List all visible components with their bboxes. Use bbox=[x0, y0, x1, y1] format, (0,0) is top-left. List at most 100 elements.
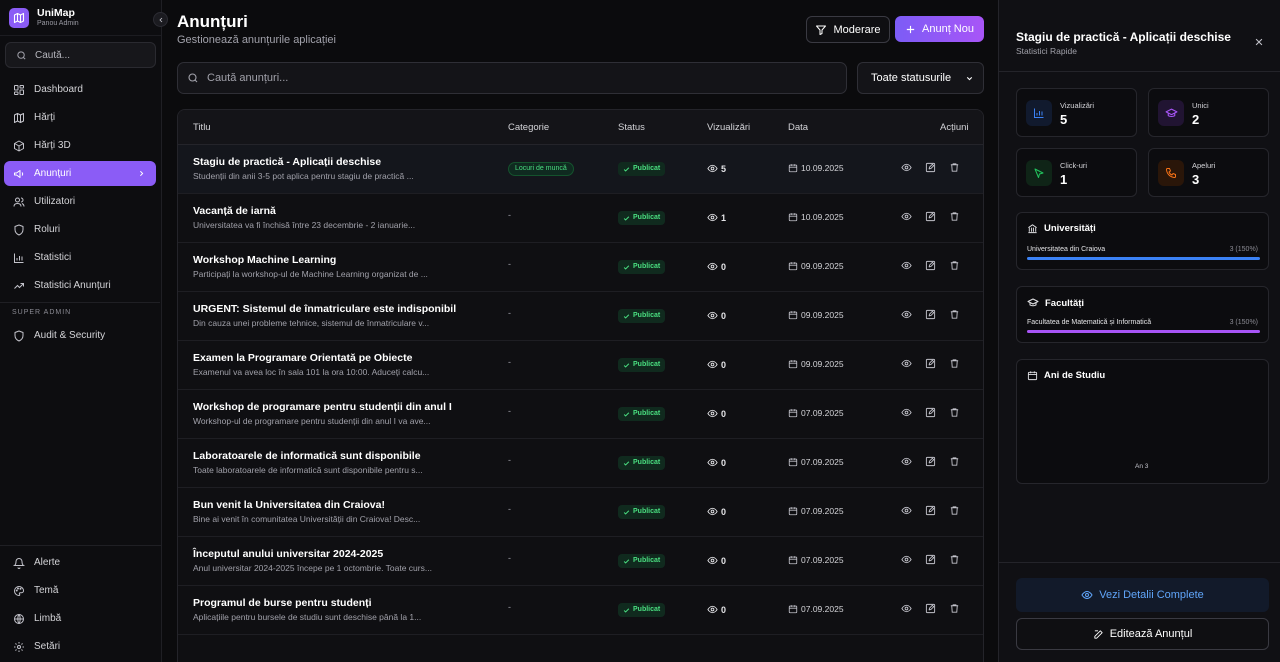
status-label: Publicat bbox=[633, 508, 661, 515]
table-row[interactable]: Vacanță de iarnă Universitatea va fi înch… bbox=[178, 194, 983, 243]
edit-icon[interactable] bbox=[925, 211, 936, 222]
trash-icon[interactable] bbox=[949, 456, 960, 467]
row-views: 0 bbox=[707, 604, 726, 615]
view-eye-icon[interactable] bbox=[901, 407, 912, 418]
chevron-down-icon bbox=[965, 74, 974, 83]
trash-icon[interactable] bbox=[949, 260, 960, 271]
edit-icon[interactable] bbox=[925, 309, 936, 320]
moderate-button[interactable]: Moderare bbox=[806, 16, 890, 43]
view-eye-icon[interactable] bbox=[901, 211, 912, 222]
trash-icon[interactable] bbox=[949, 358, 960, 369]
view-details-button[interactable]: Vezi Detalii Complete bbox=[1016, 578, 1269, 612]
sidebar-item-settings[interactable]: Setări bbox=[4, 634, 158, 659]
table-row[interactable]: Workshop Machine Learning Participați la … bbox=[178, 243, 983, 292]
table-row[interactable]: Începutul anului universitar 2024-2025 An… bbox=[178, 537, 983, 586]
table-row[interactable]: Laboratoarele de informatică sunt dispon… bbox=[178, 439, 983, 488]
table-row[interactable]: Examen la Programare Orientată pe Obiect… bbox=[178, 341, 983, 390]
view-eye-icon[interactable] bbox=[901, 358, 912, 369]
sidebar-item-dashboard[interactable]: Dashboard bbox=[4, 77, 156, 102]
edit-icon[interactable] bbox=[925, 505, 936, 516]
stat-label: Unici bbox=[1192, 101, 1209, 110]
row-actions bbox=[901, 358, 973, 369]
sidebar-search-input[interactable]: Caută... bbox=[5, 42, 156, 68]
table-row[interactable]: Stagiu de practică - Aplicații deschise S… bbox=[178, 145, 983, 194]
edit-icon[interactable] bbox=[925, 554, 936, 565]
status-filter-value: Toate statusurile bbox=[871, 72, 952, 84]
edit-icon[interactable] bbox=[925, 260, 936, 271]
eye-icon bbox=[707, 163, 718, 174]
sidebar-item-language[interactable]: Limbă bbox=[4, 606, 158, 631]
megaphone-icon bbox=[13, 168, 25, 180]
edit-icon[interactable] bbox=[925, 358, 936, 369]
sidebar-item-label: Audit & Security bbox=[34, 330, 106, 341]
row-actions bbox=[901, 309, 973, 320]
table-row[interactable]: Workshop de programare pentru studenții … bbox=[178, 390, 983, 439]
trash-icon[interactable] bbox=[949, 505, 960, 516]
edit-icon[interactable] bbox=[925, 603, 936, 614]
new-announcement-button[interactable]: Anunț Nou bbox=[895, 16, 984, 42]
row-title: Bun venit la Universitatea din Craiova! bbox=[193, 499, 385, 511]
view-eye-icon[interactable] bbox=[901, 603, 912, 614]
view-eye-icon[interactable] bbox=[901, 456, 912, 467]
trash-icon[interactable] bbox=[949, 554, 960, 565]
view-eye-icon[interactable] bbox=[901, 162, 912, 173]
sidebar-item-announcement-stats[interactable]: Statistici Anunțuri bbox=[4, 273, 156, 298]
sidebar-item-roles[interactable]: Roluri bbox=[4, 217, 156, 242]
views-count: 0 bbox=[721, 408, 727, 419]
collapse-sidebar-button[interactable] bbox=[153, 12, 168, 27]
university-icon bbox=[1027, 223, 1038, 234]
view-eye-icon[interactable] bbox=[901, 505, 912, 516]
calendar-icon bbox=[788, 163, 798, 173]
faculty-value: 3 (150%) bbox=[1229, 319, 1258, 326]
row-date: 07.09.2025 bbox=[788, 604, 844, 614]
table-row[interactable]: Programul de burse pentru studenți Aplica… bbox=[178, 586, 983, 635]
row-title: Începutul anului universitar 2024-2025 bbox=[193, 548, 384, 560]
views-count: 0 bbox=[721, 604, 727, 615]
sidebar-item-theme[interactable]: Temă bbox=[4, 578, 158, 603]
edit-icon[interactable] bbox=[925, 162, 936, 173]
table-header: Titlu Categorie Status Vizualizări Data … bbox=[178, 110, 983, 145]
sidebar-item-audit[interactable]: Audit & Security bbox=[4, 323, 156, 348]
view-eye-icon[interactable] bbox=[901, 309, 912, 320]
faculties-title: Facultăți bbox=[1045, 297, 1085, 309]
edit-announcement-button[interactable]: Editează Anunțul bbox=[1016, 618, 1269, 650]
date-value: 07.09.2025 bbox=[801, 457, 844, 467]
brand-name: UniMap bbox=[37, 6, 75, 19]
page-subtitle: Gestionează anunțurile aplicației bbox=[177, 34, 336, 46]
brand[interactable]: UniMap Panou Admin bbox=[0, 0, 161, 36]
shield-icon bbox=[13, 224, 25, 236]
sidebar-item-alerts[interactable]: Alerte bbox=[4, 550, 158, 575]
calendar-icon bbox=[788, 408, 798, 418]
sidebar-item-maps[interactable]: Hărți bbox=[4, 105, 156, 130]
sidebar-item-label: Hărți 3D bbox=[34, 140, 71, 151]
status-filter-select[interactable]: Toate statusurile bbox=[857, 62, 984, 94]
table-row[interactable]: Bun venit la Universitatea din Craiova! B… bbox=[178, 488, 983, 537]
trash-icon[interactable] bbox=[949, 407, 960, 418]
sidebar-item-maps-3d[interactable]: Hărți 3D bbox=[4, 133, 156, 158]
row-description: Din cauza unei probleme tehnice, sistemu… bbox=[193, 318, 430, 328]
row-actions bbox=[901, 260, 973, 271]
map-logo-icon bbox=[9, 7, 29, 28]
check-icon bbox=[623, 362, 630, 369]
close-panel-button[interactable] bbox=[1254, 37, 1264, 47]
stat-card-clicks: Click-uri 1 bbox=[1016, 148, 1137, 197]
edit-icon[interactable] bbox=[925, 456, 936, 467]
eye-icon bbox=[707, 604, 718, 615]
globe-icon bbox=[13, 613, 25, 625]
row-title: Programul de burse pentru studenți bbox=[193, 597, 372, 609]
announcement-search-input[interactable]: Caută anunțuri... bbox=[177, 62, 847, 94]
row-title: Examen la Programare Orientată pe Obiect… bbox=[193, 352, 413, 364]
table-row[interactable]: URGENT: Sistemul de înmatriculare este i… bbox=[178, 292, 983, 341]
row-category: - bbox=[508, 455, 511, 465]
sidebar-item-announcements[interactable]: Anunțuri bbox=[4, 161, 156, 186]
trash-icon[interactable] bbox=[949, 603, 960, 614]
sidebar-item-users[interactable]: Utilizatori bbox=[4, 189, 156, 214]
trash-icon[interactable] bbox=[949, 309, 960, 320]
trash-icon[interactable] bbox=[949, 211, 960, 222]
view-eye-icon[interactable] bbox=[901, 260, 912, 271]
view-eye-icon[interactable] bbox=[901, 554, 912, 565]
calendar-icon bbox=[788, 310, 798, 320]
sidebar-item-statistics[interactable]: Statistici bbox=[4, 245, 156, 270]
edit-icon[interactable] bbox=[925, 407, 936, 418]
trash-icon[interactable] bbox=[949, 162, 960, 173]
